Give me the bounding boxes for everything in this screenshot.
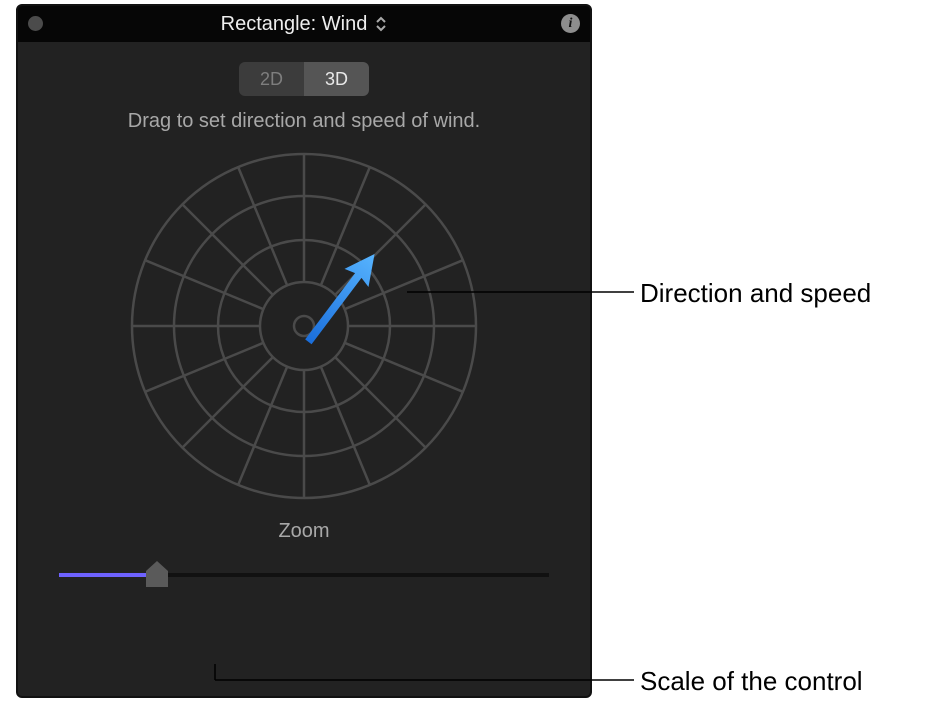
callout-slider-label: Scale of the control: [640, 666, 863, 697]
callout-lines: [0, 0, 926, 705]
callout-arrow-label: Direction and speed: [640, 278, 871, 309]
